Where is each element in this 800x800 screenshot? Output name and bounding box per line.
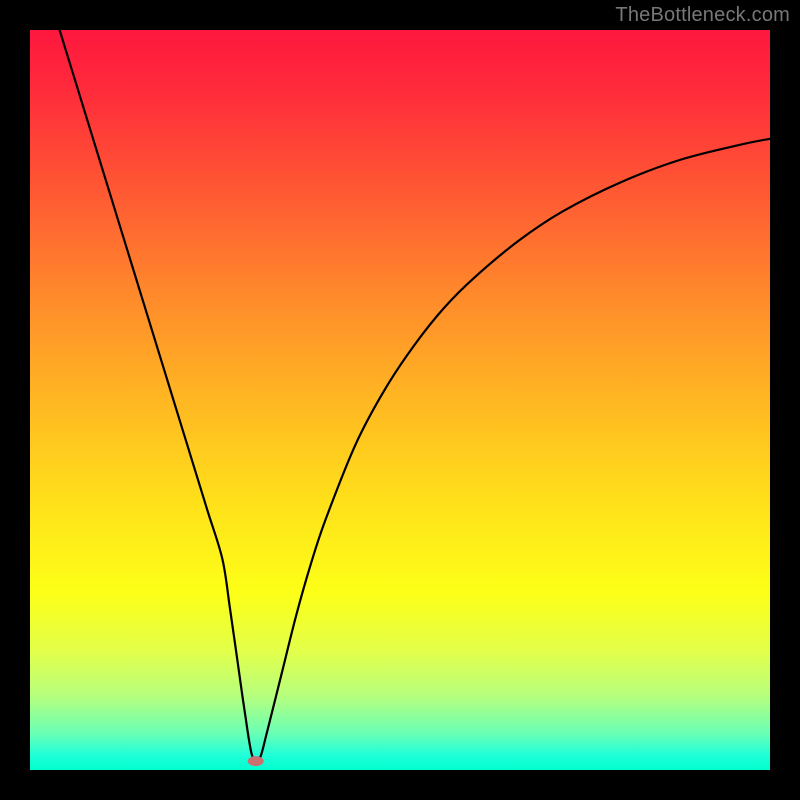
source-watermark: TheBottleneck.com	[615, 4, 790, 27]
curve-layer	[30, 30, 770, 770]
plot-area	[30, 30, 770, 770]
chart-frame: TheBottleneck.com	[0, 0, 800, 800]
minimum-marker	[248, 756, 264, 766]
bottleneck-curve	[60, 30, 770, 762]
